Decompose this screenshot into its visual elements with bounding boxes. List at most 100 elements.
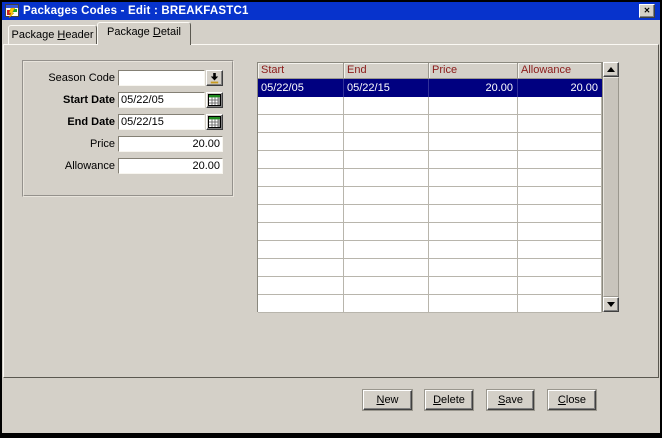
end-date-calendar-button[interactable]: [206, 114, 223, 130]
table-row[interactable]: [258, 259, 602, 277]
cell-price: [429, 277, 518, 295]
cell-allowance: [518, 187, 602, 205]
season-code-dropdown-button[interactable]: [206, 70, 223, 86]
table-row[interactable]: [258, 277, 602, 295]
cell-price: [429, 241, 518, 259]
cell-allowance: [518, 97, 602, 115]
cell-allowance: [518, 277, 602, 295]
detail-table: Start End Price Allowance 05/22/05 05/22…: [257, 62, 603, 312]
cell-end: [344, 187, 429, 205]
cell-end: [344, 277, 429, 295]
table-row[interactable]: [258, 241, 602, 259]
price-label: Price: [20, 136, 115, 152]
season-code-label: Season Code: [20, 70, 115, 86]
cell-start: [258, 223, 344, 241]
button-label: ave: [505, 394, 523, 406]
cell-price: [429, 223, 518, 241]
button-label: ew: [384, 394, 398, 406]
cell-start: [258, 295, 344, 313]
cell-start: [258, 205, 344, 223]
cell-price: [429, 133, 518, 151]
cell-end: [344, 259, 429, 277]
cell-start: [258, 259, 344, 277]
allowance-label: Allowance: [20, 158, 115, 174]
cell-start: [258, 133, 344, 151]
column-header-price[interactable]: Price: [429, 63, 518, 79]
cell-allowance: 20.00: [518, 79, 602, 97]
scrollbar-thumb[interactable]: [603, 77, 619, 297]
cell-price: [429, 205, 518, 223]
table-scrollbar[interactable]: [603, 62, 619, 312]
end-date-label: End Date: [20, 114, 115, 130]
start-date-calendar-button[interactable]: [206, 92, 223, 108]
cell-end: [344, 295, 429, 313]
cell-allowance: [518, 169, 602, 187]
scroll-up-icon[interactable]: [603, 62, 619, 77]
cell-allowance: [518, 241, 602, 259]
cell-price: [429, 187, 518, 205]
column-header-end[interactable]: End: [344, 63, 429, 79]
cell-allowance: [518, 115, 602, 133]
table-row[interactable]: [258, 223, 602, 241]
calendar-icon: [208, 94, 221, 106]
table-header-row: Start End Price Allowance: [258, 63, 602, 79]
start-date-label: Start Date: [20, 92, 115, 108]
table-row[interactable]: [258, 151, 602, 169]
dialog-window: Packages Codes - Edit : BREAKFASTC1 Pack…: [0, 0, 662, 438]
cell-start: 05/22/05: [258, 79, 344, 97]
cell-allowance: [518, 205, 602, 223]
cell-allowance: [518, 223, 602, 241]
cell-start: [258, 115, 344, 133]
button-label: elete: [441, 394, 465, 406]
price-input[interactable]: [118, 136, 223, 152]
dropdown-icon: [210, 73, 219, 84]
calendar-icon: [208, 116, 221, 128]
cell-price: [429, 115, 518, 133]
table-row-selected[interactable]: 05/22/05 05/22/15 20.00 20.00: [258, 79, 602, 97]
cell-allowance: [518, 151, 602, 169]
table-row[interactable]: [258, 295, 602, 313]
table-row[interactable]: [258, 133, 602, 151]
cell-end: [344, 97, 429, 115]
cell-allowance: [518, 259, 602, 277]
delete-button[interactable]: Delete: [425, 390, 473, 410]
button-accel: C: [558, 394, 566, 406]
cell-end: [344, 205, 429, 223]
close-button[interactable]: Close: [548, 390, 596, 410]
cell-price: [429, 259, 518, 277]
cell-end: [344, 169, 429, 187]
allowance-input[interactable]: [118, 158, 223, 174]
new-button[interactable]: New: [363, 390, 412, 410]
cell-start: [258, 97, 344, 115]
cell-price: 20.00: [429, 79, 518, 97]
button-label: lose: [566, 394, 586, 406]
column-header-allowance[interactable]: Allowance: [518, 63, 602, 79]
cell-start: [258, 187, 344, 205]
cell-price: [429, 151, 518, 169]
cell-start: [258, 277, 344, 295]
season-code-input[interactable]: [118, 70, 205, 86]
cell-end: [344, 151, 429, 169]
scroll-down-icon[interactable]: [603, 297, 619, 312]
table-row[interactable]: [258, 205, 602, 223]
cell-start: [258, 169, 344, 187]
cell-price: [429, 295, 518, 313]
cell-end: [344, 133, 429, 151]
table-row[interactable]: [258, 169, 602, 187]
button-accel: D: [433, 394, 441, 406]
cell-allowance: [518, 133, 602, 151]
cell-start: [258, 241, 344, 259]
save-button[interactable]: Save: [487, 390, 534, 410]
cell-end: 05/22/15: [344, 79, 429, 97]
column-header-start[interactable]: Start: [258, 63, 344, 79]
end-date-input[interactable]: [118, 114, 205, 130]
cell-end: [344, 223, 429, 241]
cell-end: [344, 241, 429, 259]
table-row[interactable]: [258, 115, 602, 133]
cell-price: [429, 169, 518, 187]
cell-allowance: [518, 295, 602, 313]
table-row[interactable]: [258, 97, 602, 115]
table-row[interactable]: [258, 187, 602, 205]
cell-price: [429, 97, 518, 115]
start-date-input[interactable]: [118, 92, 205, 108]
